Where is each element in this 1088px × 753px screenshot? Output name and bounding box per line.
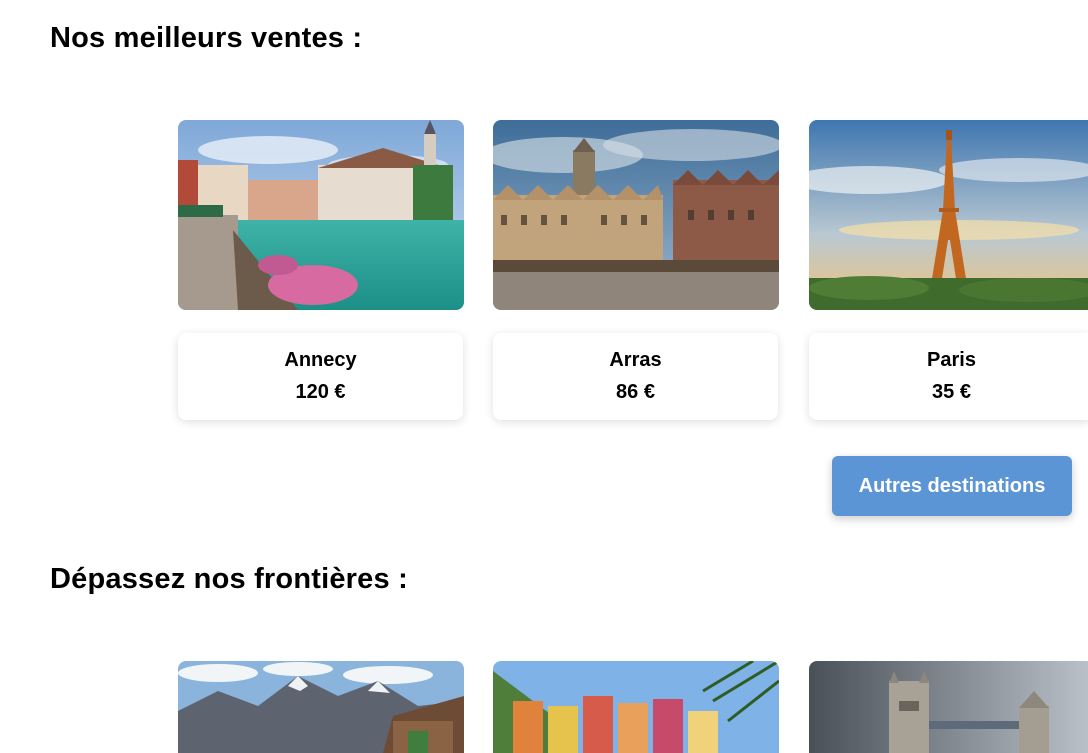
london-image[interactable] — [809, 661, 1088, 753]
destination-card-arras[interactable]: Arras 86 € — [493, 333, 778, 420]
arras-image[interactable] — [493, 120, 779, 310]
annecy-image[interactable] — [178, 120, 464, 310]
destination-city: Annecy — [284, 349, 357, 371]
abroad-title: Dépassez nos frontières : — [50, 563, 408, 595]
destination-price: 35 € — [932, 381, 971, 403]
bestsellers-title: Nos meilleurs ventes : — [50, 22, 363, 54]
cinque-terre-image[interactable] — [493, 661, 779, 753]
destination-price: 86 € — [616, 381, 655, 403]
other-destinations-button[interactable]: Autres destinations — [832, 456, 1072, 516]
destination-price: 120 € — [295, 381, 346, 403]
destination-city: Arras — [609, 349, 662, 371]
destination-city: Paris — [927, 349, 976, 371]
destination-card-annecy[interactable]: Annecy 120 € — [178, 333, 463, 420]
paris-image[interactable] — [809, 120, 1088, 310]
destination-card-paris[interactable]: Paris 35 € — [809, 333, 1088, 420]
mountain-image[interactable] — [178, 661, 464, 753]
